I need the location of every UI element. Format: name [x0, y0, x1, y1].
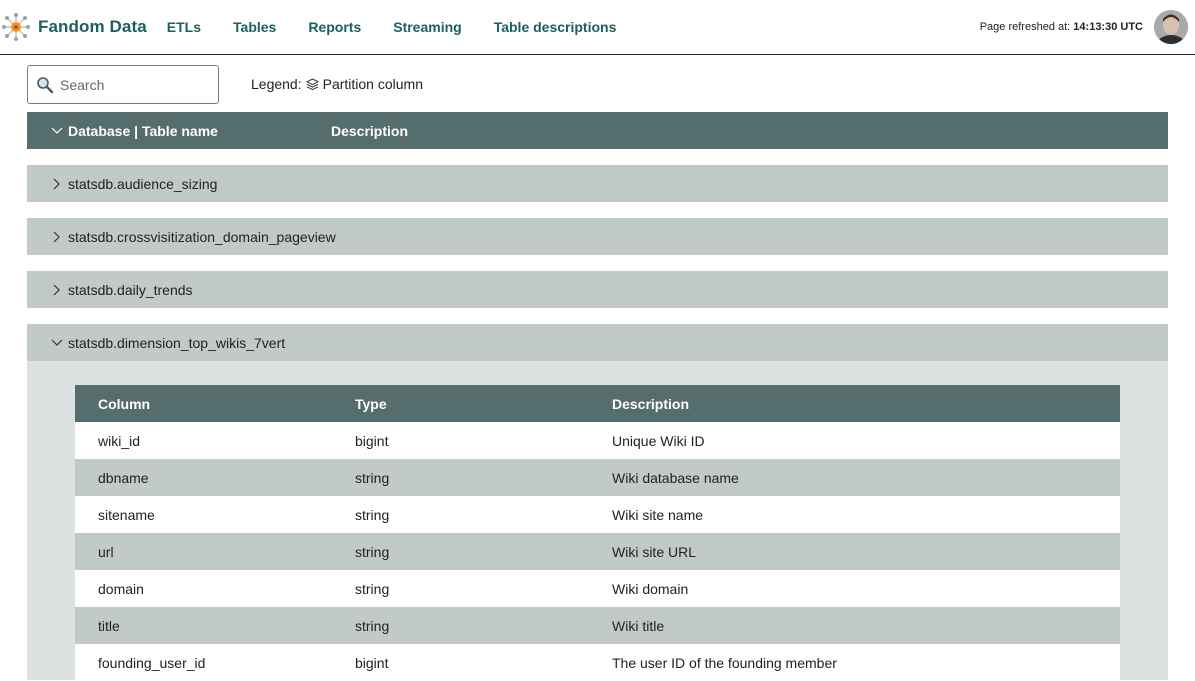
- header-column: Column: [98, 396, 151, 412]
- column-name: dbname: [98, 470, 149, 486]
- column-type: string: [355, 507, 390, 523]
- table-name: statsdb.audience_sizing: [68, 176, 218, 192]
- search-input[interactable]: [60, 76, 210, 93]
- chevron-right-icon: [51, 178, 65, 190]
- column-type: string: [355, 470, 390, 486]
- chevron-down-icon: [51, 126, 65, 136]
- user-avatar[interactable]: [1154, 10, 1188, 44]
- nav-streaming[interactable]: Streaming: [393, 19, 461, 35]
- table-row: sitename string Wiki site name: [75, 496, 1120, 533]
- chevron-down-icon: [51, 338, 65, 348]
- column-type: bigint: [355, 655, 389, 671]
- sort-by-name-header[interactable]: Database | Table name: [51, 123, 218, 139]
- table-name: statsdb.daily_trends: [68, 282, 193, 298]
- page-refresh-status: Page refreshed at: 14:13:30 UTC: [980, 21, 1143, 33]
- refresh-time: 14:13:30 UTC: [1073, 21, 1143, 33]
- column-description: Wiki site name: [612, 507, 704, 523]
- column-description: Wiki database name: [612, 470, 739, 486]
- header-description-label: Description: [331, 123, 409, 139]
- column-description: Wiki domain: [612, 581, 689, 597]
- nav-table-descriptions[interactable]: Table descriptions: [494, 19, 617, 35]
- columns-table-header: Column Type Description: [75, 385, 1120, 422]
- table-row: wiki_id bigint Unique Wiki ID: [75, 422, 1120, 459]
- header-description: Description: [612, 396, 690, 412]
- column-name: founding_user_id: [98, 655, 206, 671]
- table-name: statsdb.dimension_top_wikis_7vert: [68, 335, 286, 351]
- search-icon: [36, 76, 54, 94]
- column-name: wiki_id: [98, 433, 141, 449]
- column-name: sitename: [98, 507, 155, 523]
- table-row[interactable]: statsdb.crossvisitization_domain_pagevie…: [27, 218, 1168, 255]
- chevron-right-icon: [51, 284, 65, 296]
- column-name: url: [98, 544, 114, 560]
- layers-icon: [305, 77, 319, 91]
- column-name: domain: [98, 581, 144, 597]
- chevron-right-icon: [51, 231, 65, 243]
- table-name: statsdb.crossvisitization_domain_pagevie…: [68, 229, 336, 245]
- tables-list-header: Database | Table name Description: [27, 112, 1168, 149]
- table-row: domain string Wiki domain: [75, 570, 1120, 607]
- column-description: Unique Wiki ID: [612, 433, 705, 449]
- search-box[interactable]: [27, 65, 219, 104]
- nav-tables[interactable]: Tables: [233, 19, 276, 35]
- column-description: The user ID of the founding member: [612, 655, 837, 671]
- column-type: string: [355, 544, 390, 560]
- table-row: dbname string Wiki database name: [75, 459, 1120, 496]
- column-description: Wiki title: [612, 618, 665, 634]
- table-row: founding_user_id bigint The user ID of t…: [75, 644, 1120, 681]
- fandom-logo-icon[interactable]: [1, 12, 31, 42]
- brand-title[interactable]: Fandom Data: [38, 17, 147, 37]
- table-row[interactable]: statsdb.audience_sizing: [27, 165, 1168, 202]
- column-type: string: [355, 618, 390, 634]
- table-row: title string Wiki title: [75, 607, 1120, 644]
- legend: Legend: Partition column: [251, 76, 423, 92]
- nav-etls[interactable]: ETLs: [167, 19, 201, 35]
- column-type: bigint: [355, 433, 389, 449]
- column-description: Wiki site URL: [612, 544, 697, 560]
- top-navigation-bar: Fandom Data ETLs Tables Reports Streamin…: [0, 0, 1195, 55]
- header-type: Type: [355, 396, 387, 412]
- column-type: string: [355, 581, 390, 597]
- header-name-label: Database | Table name: [68, 123, 218, 139]
- table-row-expanded[interactable]: statsdb.dimension_top_wikis_7vert: [27, 324, 1168, 361]
- legend-label: Legend:: [251, 76, 302, 92]
- main-nav: ETLs Tables Reports Streaming Table desc…: [167, 19, 649, 35]
- legend-item-partition-column: Partition column: [322, 76, 423, 92]
- table-row[interactable]: statsdb.daily_trends: [27, 271, 1168, 308]
- nav-reports[interactable]: Reports: [308, 19, 361, 35]
- columns-table: Column Type Description wiki_id bigint U…: [75, 385, 1120, 681]
- refresh-label: Page refreshed at:: [979, 21, 1071, 33]
- table-row: url string Wiki site URL: [75, 533, 1120, 570]
- column-name: title: [98, 618, 120, 634]
